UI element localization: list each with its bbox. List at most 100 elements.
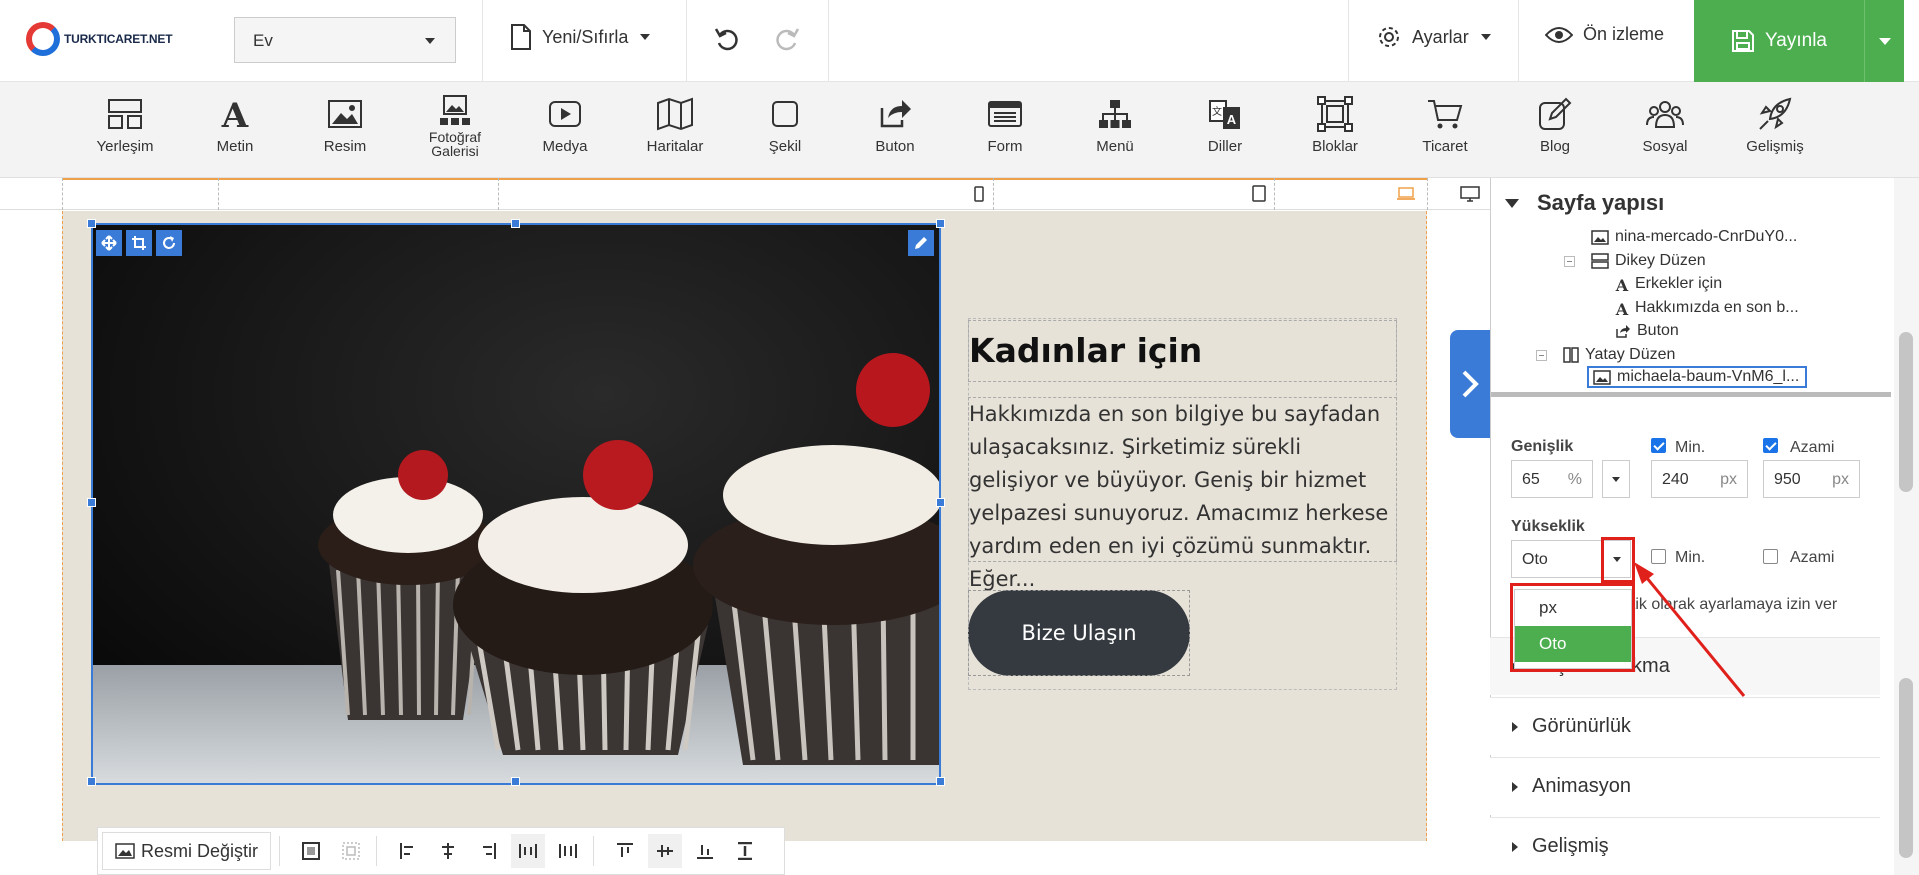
file-icon [511, 24, 531, 50]
tree-item[interactable]: Yatay Düzen [1536, 344, 1675, 366]
resize-handle[interactable] [87, 219, 96, 228]
tool-gallery[interactable]: Fotoğraf Galerisi [405, 92, 505, 158]
stretch-horizontal-button[interactable] [551, 834, 585, 868]
height-max-checkbox[interactable] [1763, 549, 1778, 564]
section-paragraph[interactable]: Hakkımızda en son bilgiye bu sayfadan ul… [968, 397, 1397, 591]
resize-handle[interactable] [87, 777, 96, 786]
crop-button[interactable] [126, 230, 152, 256]
redo-button[interactable] [774, 26, 810, 52]
border-icon [302, 842, 321, 860]
chevron-down-icon [640, 34, 651, 40]
tree-item-selected[interactable]: michaela-baum-VnM6_l... [1587, 366, 1807, 388]
tree-item[interactable]: Buton [1615, 320, 1679, 342]
tool-menu[interactable]: Menü [1065, 94, 1165, 155]
distribute-horizontal-button[interactable] [511, 834, 546, 868]
new-reset-button[interactable]: Yeni/Sıfırla [510, 24, 651, 50]
accordion-visibility[interactable]: Görünürlük [1490, 697, 1880, 755]
align-left-button[interactable] [391, 834, 425, 868]
tool-media[interactable]: Medya [515, 94, 615, 155]
desktop-icon[interactable] [1460, 186, 1480, 202]
tool-social[interactable]: Sosyal [1615, 94, 1715, 155]
move-button[interactable] [96, 230, 122, 256]
page-structure-header[interactable]: Sayfa yapısı [1505, 190, 1664, 216]
resize-handle[interactable] [936, 777, 945, 786]
width-value: 65 [1522, 471, 1540, 488]
width-min-checkbox[interactable] [1651, 438, 1666, 453]
scrollbar-thumb[interactable] [1899, 332, 1913, 492]
tree-item[interactable]: A Hakkımızda en son b... [1615, 297, 1799, 319]
accordion-animation[interactable]: Animasyon [1490, 757, 1880, 815]
stretch-horizontal-icon [559, 844, 578, 858]
tool-advanced[interactable]: Gelişmiş [1725, 94, 1825, 155]
tool-label: Haritalar [646, 138, 704, 155]
tool-image[interactable]: Resim [295, 94, 395, 155]
horizontal-layout-icon [1563, 347, 1579, 363]
tree-item[interactable]: Dikey Düzen [1564, 250, 1706, 272]
tool-label: Resim [323, 138, 367, 155]
undo-button[interactable] [714, 26, 750, 52]
align-middle-button[interactable] [648, 834, 683, 868]
tool-shape[interactable]: Şekil [735, 94, 835, 155]
preview-button[interactable]: Ön izleme [1545, 24, 1664, 45]
tool-layout[interactable]: Yerleşim [75, 94, 175, 155]
stretch-vertical-button[interactable] [728, 834, 762, 868]
mobile-icon[interactable] [974, 186, 984, 202]
edit-button[interactable] [908, 230, 934, 256]
tool-form[interactable]: Form [955, 94, 1055, 155]
section-heading[interactable]: Kadınlar için [968, 320, 1397, 382]
ruler-mark [218, 178, 219, 210]
width-max-checkbox[interactable] [1763, 438, 1778, 453]
height-input[interactable]: Oto [1511, 540, 1602, 578]
resize-handle[interactable] [936, 219, 945, 228]
tree-item[interactable]: nina-mercado-CnrDuY0... [1591, 226, 1797, 248]
accordion-advanced[interactable]: Gelişmiş [1490, 817, 1880, 875]
tool-blocks[interactable]: Bloklar [1285, 94, 1385, 155]
tool-maps[interactable]: Haritalar [625, 94, 725, 155]
resize-handle[interactable] [87, 498, 96, 507]
width-unit-dropdown[interactable] [1602, 460, 1630, 498]
resize-handle[interactable] [511, 777, 520, 786]
padding-button[interactable] [334, 834, 368, 868]
cupcake-image[interactable] [91, 223, 941, 785]
resize-handle[interactable] [936, 498, 945, 507]
width-min-input[interactable]: 240 px [1651, 460, 1748, 498]
width-min-value: 240 [1662, 471, 1689, 488]
logo[interactable]: TURKTICARET.NET [26, 22, 173, 56]
tool-text[interactable]: A Metin [185, 94, 285, 155]
tool-label: Fotoğraf Galerisi [405, 130, 505, 158]
collapse-icon[interactable] [1564, 255, 1575, 267]
align-center-button[interactable] [431, 834, 465, 868]
tablet-icon[interactable] [1252, 185, 1266, 202]
collapse-icon[interactable] [1536, 349, 1547, 361]
image-toolbar: Resmi Değiştir [97, 827, 785, 875]
caret-right-icon [1512, 841, 1518, 852]
width-max-input[interactable]: 950 px [1763, 460, 1860, 498]
align-top-button[interactable] [608, 834, 642, 868]
panel-collapse-button[interactable] [1450, 330, 1490, 438]
panel-scrollbar[interactable] [1894, 178, 1919, 875]
page-select[interactable]: Ev [234, 17, 456, 63]
tree-item-label: Yatay Düzen [1585, 346, 1676, 363]
tree-item[interactable]: A Erkekler için [1615, 273, 1722, 295]
laptop-icon[interactable] [1396, 187, 1416, 201]
border-button[interactable] [294, 834, 328, 868]
publish-button[interactable]: Yayınla [1694, 0, 1864, 82]
scrollbar-thumb[interactable] [1899, 678, 1913, 858]
tool-label: Gelişmiş [1746, 138, 1804, 155]
width-input[interactable]: 65 % [1511, 460, 1593, 498]
tool-commerce[interactable]: Ticaret [1395, 94, 1495, 155]
top-bar: TURKTICARET.NET Ev Yeni/Sıfırla Ayarlar … [0, 0, 1919, 82]
text-icon: A [1615, 301, 1629, 316]
tool-blog[interactable]: Blog [1505, 94, 1605, 155]
panel-splitter[interactable] [1491, 392, 1891, 397]
tool-languages[interactable]: A文 Diller [1175, 94, 1275, 155]
gallery-icon [440, 95, 470, 125]
change-image-button[interactable]: Resmi Değiştir [102, 832, 272, 870]
align-right-button[interactable] [471, 834, 505, 868]
tool-button[interactable]: Buton [845, 94, 945, 155]
rotate-button[interactable] [156, 230, 182, 256]
resize-handle[interactable] [511, 219, 520, 228]
publish-options-button[interactable] [1864, 0, 1904, 82]
align-bottom-button[interactable] [688, 834, 722, 868]
settings-button[interactable]: Ayarlar [1376, 24, 1491, 50]
